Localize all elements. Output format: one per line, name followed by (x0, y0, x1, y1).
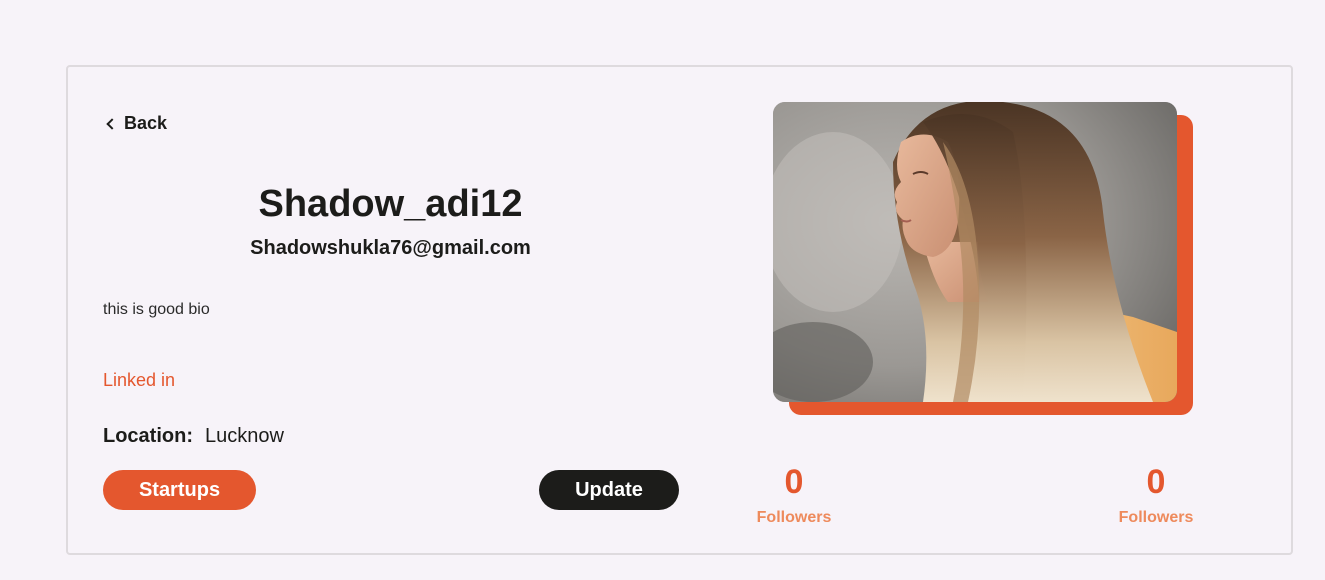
back-label: Back (124, 113, 168, 133)
followers-stat: 0 Followers (734, 462, 854, 527)
profile-username: Shadow_adi12 (258, 183, 523, 225)
followers-count: 0 (1146, 463, 1166, 501)
update-button[interactable]: Update (539, 470, 679, 510)
profile-photo (773, 102, 1177, 402)
linkedin-link[interactable]: Linked in (103, 370, 175, 391)
back-button[interactable]: Back (105, 113, 167, 134)
profile-bio: this is good bio (103, 301, 210, 318)
followers-count: 0 (784, 463, 804, 501)
location-row: Location: Lucknow (103, 425, 284, 448)
location-value: Lucknow (205, 425, 284, 447)
profile-email: Shadowshukla76@gmail.com (250, 237, 531, 259)
followers-label: Followers (1118, 509, 1194, 526)
followers-stat: 0 Followers (1096, 462, 1216, 527)
startups-button[interactable]: Startups (103, 470, 256, 510)
chevron-left-icon (106, 117, 118, 130)
followers-label: Followers (756, 509, 832, 526)
location-label: Location: (103, 425, 193, 447)
